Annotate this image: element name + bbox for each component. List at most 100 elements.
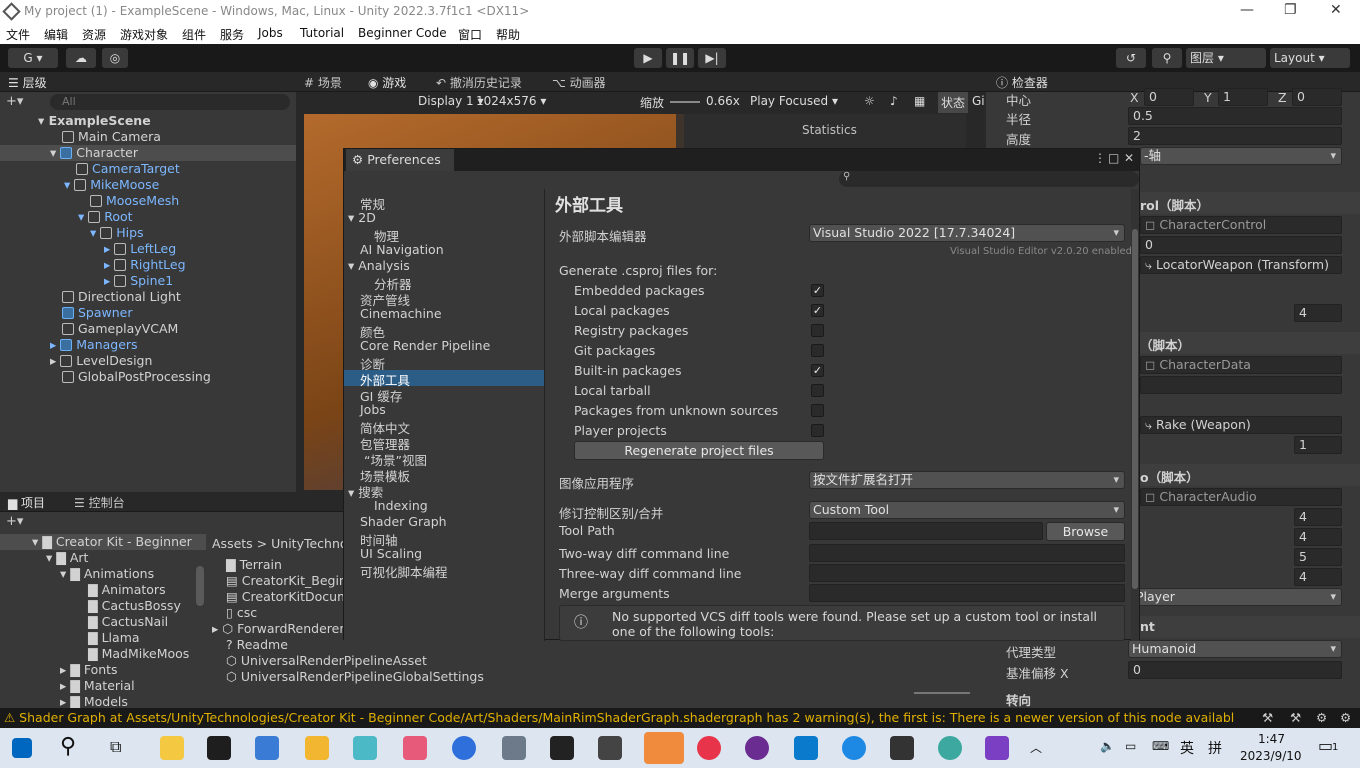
prefs-scrollbar[interactable] [1132, 229, 1138, 589]
asset-item[interactable]: ⬡ UniversalRenderPipelineGlobalSettings [226, 669, 484, 685]
number-field[interactable]: 4 [1294, 568, 1342, 586]
nav-item[interactable]: 资产管线 [360, 290, 410, 308]
nav-item[interactable]: GI 缓存 [360, 386, 402, 404]
axis-dropdown[interactable]: -轴 [1140, 147, 1342, 165]
app-icon[interactable] [842, 736, 866, 760]
ext-editor-dropdown[interactable]: Visual Studio 2022 [17.7.34024] [809, 224, 1125, 242]
hier-item-moosemesh[interactable]: MooseMesh [90, 193, 179, 209]
app-icon[interactable] [403, 736, 427, 760]
hier-item-rightleg[interactable]: ▸ RightLeg [104, 257, 186, 273]
asset-item[interactable]: ▯ csc [226, 605, 257, 621]
agent-type-dropdown[interactable]: Humanoid [1128, 640, 1342, 658]
keyboard-icon[interactable]: ⌨ [1152, 739, 1169, 753]
center-z-field[interactable]: 0 [1292, 88, 1342, 106]
display-dropdown[interactable]: Display 1 ▾ [418, 94, 484, 108]
project-tree-item[interactable]: ▇ Llama [88, 630, 140, 646]
status-icon[interactable]: ⚙ [1316, 710, 1327, 725]
project-tree-item[interactable]: ▸ ▇ Fonts [60, 662, 118, 678]
weapon-field[interactable]: ⤷ Rake (Weapon) [1140, 416, 1342, 434]
nav-item[interactable]: ▾ 2D [348, 210, 376, 226]
gizmos-button[interactable]: Gi [972, 94, 985, 108]
nav-item[interactable]: 简体中文 [360, 418, 410, 436]
tray-chevron-icon[interactable]: ︿ [1030, 739, 1042, 756]
task-view-icon[interactable]: ⧉ [110, 737, 121, 757]
threeway-input[interactable] [809, 564, 1125, 582]
close-icon[interactable]: ✕ [1124, 151, 1134, 165]
menu-dots-icon[interactable]: ⋮ [1094, 151, 1106, 165]
unity-icon[interactable] [890, 736, 914, 760]
player-dropdown[interactable]: Player [1132, 588, 1342, 606]
tab-console[interactable]: ☰ 控制台 [74, 494, 125, 511]
layout-dropdown[interactable]: Layout ▾ [1270, 48, 1350, 68]
hier-item-directional-light[interactable]: Directional Light [62, 289, 181, 305]
nav-item[interactable]: Core Render Pipeline [360, 338, 490, 354]
hier-item-spine1[interactable]: ▸ Spine1 [104, 273, 173, 289]
app-icon[interactable] [938, 736, 962, 760]
asset-item[interactable]: ▤ CreatorKitDocum [226, 589, 349, 605]
menu-services[interactable]: 服务 [220, 26, 244, 43]
nav-item[interactable]: Shader Graph [360, 514, 447, 530]
status-icon[interactable]: ⚙ [1340, 710, 1351, 725]
hier-item-globalpostprocessing[interactable]: GlobalPostProcessing [62, 369, 211, 385]
icon-size-slider[interactable] [914, 692, 970, 694]
hier-item-character[interactable]: ▾ Character [0, 145, 296, 161]
pkg-checkbox[interactable] [811, 424, 824, 437]
image-app-dropdown[interactable]: 按文件扩展名打开 [809, 471, 1125, 489]
nav-item[interactable]: Cinemachine [360, 306, 442, 322]
asset-item[interactable]: ▤ CreatorKit_Beginn [226, 573, 355, 589]
breadcrumb-item[interactable]: Assets [212, 536, 253, 551]
nav-item[interactable]: 场景模板 [360, 466, 410, 484]
number-field[interactable]: 5 [1294, 548, 1342, 566]
twoway-input[interactable] [809, 544, 1125, 562]
network-icon[interactable]: ▭ [1125, 739, 1136, 753]
play-mode-dropdown[interactable]: Play Focused ▾ [750, 94, 838, 108]
app-icon[interactable] [353, 736, 377, 760]
project-tree-item[interactable]: ▇ CactusBossy [88, 598, 181, 614]
weapon-locator-field[interactable]: ⤷ LocatorWeapon (Transform) [1140, 256, 1342, 274]
account-button[interactable]: G ▾ [8, 48, 58, 68]
asset-item[interactable]: ⬡ UniversalRenderPipelineAsset [226, 653, 427, 669]
create-icon[interactable]: +▾ [6, 514, 23, 529]
project-tree-item[interactable]: ▇ MadMikeMoos [88, 646, 189, 662]
nav-item[interactable]: AI Navigation [360, 242, 444, 258]
pause-button[interactable]: ❚❚ [666, 48, 694, 68]
hier-item-root[interactable]: ▾ Root [78, 209, 133, 225]
center-x-field[interactable]: 0 [1144, 88, 1194, 106]
scene-item[interactable]: ▾ ExampleScene [38, 113, 151, 129]
empty-field[interactable] [1140, 376, 1342, 394]
tool-path-input[interactable] [809, 522, 1043, 540]
nav-item[interactable]: 颜色 [360, 322, 385, 340]
scale-slider[interactable] [670, 101, 700, 103]
pkg-checkbox[interactable]: ✓ [811, 284, 824, 297]
tree-scrollbar[interactable] [196, 566, 204, 606]
menu-assets[interactable]: 资源 [82, 26, 106, 43]
nav-item[interactable]: 可视化脚本编程 [360, 562, 448, 580]
hier-item-leveldesign[interactable]: ▸ LevelDesign [50, 353, 152, 369]
nav-item[interactable]: UI Scaling [360, 546, 422, 562]
search-icon[interactable]: ⚲ [60, 734, 76, 759]
project-tree-item[interactable]: ▾ ▇ Art [46, 550, 88, 566]
clock-time[interactable]: 1:47 [1258, 732, 1285, 746]
menu-edit[interactable]: 编辑 [44, 26, 68, 43]
nav-item[interactable]: 常规 [360, 194, 385, 212]
unity-editor-icon[interactable] [644, 732, 684, 764]
tab-game[interactable]: ◉ 游戏 [368, 74, 406, 91]
folder-icon[interactable] [305, 736, 329, 760]
pkg-checkbox[interactable] [811, 324, 824, 337]
number-field[interactable]: 4 [1294, 508, 1342, 526]
pkg-checkbox[interactable]: ✓ [811, 364, 824, 377]
radius-field[interactable]: 0.5 [1128, 107, 1342, 125]
hier-item-hips[interactable]: ▾ Hips [90, 225, 144, 241]
visual-studio-icon[interactable] [985, 736, 1009, 760]
search-icon[interactable]: ⚲ [1152, 48, 1182, 68]
status-icon[interactable]: ⚒ [1290, 710, 1301, 725]
volume-icon[interactable]: 🔈 [1100, 739, 1115, 753]
project-tree-item[interactable]: ▇ CactusNail [88, 614, 168, 630]
project-tree-item[interactable]: ▇ Animators [88, 582, 166, 598]
preferences-tab[interactable]: ⚙ Preferences [346, 149, 454, 171]
project-tree-item[interactable]: ▸ ▇ Material [60, 678, 135, 694]
tab-inspector[interactable]: ⓘ 检查器 [996, 74, 1048, 91]
hier-item-cameratarget[interactable]: CameraTarget [76, 161, 180, 177]
unity-hub-icon[interactable] [598, 736, 622, 760]
hier-item-leftleg[interactable]: ▸ LeftLeg [104, 241, 176, 257]
